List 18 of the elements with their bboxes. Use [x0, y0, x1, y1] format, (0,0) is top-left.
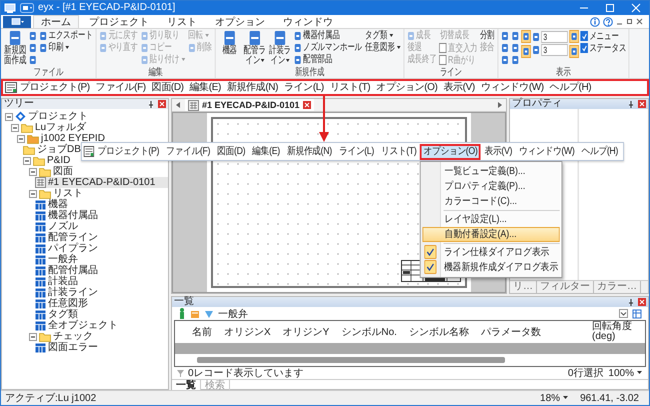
filter-label: 一般弁 — [218, 308, 248, 320]
checkbox-label: 直交入力 — [448, 42, 478, 54]
checkbox-label: メニュー — [589, 30, 619, 43]
group-label: 編集 — [147, 67, 164, 78]
window-title: eyx - [#1 EYECAD-P&ID-0101] — [38, 1, 176, 15]
panel-title: 一覧 — [174, 297, 194, 307]
status-text: アクティブ:Lu j1002 — [5, 392, 96, 405]
panel-title: ツリー — [4, 99, 34, 109]
group-label: 表示 — [555, 67, 572, 78]
panel-title: プロパティ — [512, 99, 562, 109]
record-count: 0レコード表示しています — [188, 366, 304, 380]
group-label: ライン — [438, 67, 464, 78]
coordinates: 961.41, -3.02 — [580, 392, 640, 404]
selection-count: 0行選択 — [568, 367, 604, 380]
group-label: 新規作成 — [294, 67, 326, 78]
group-label: ファイル — [32, 67, 64, 78]
checkbox-label: R曲がり — [448, 54, 476, 67]
checkbox-label: ステータス — [589, 42, 626, 55]
